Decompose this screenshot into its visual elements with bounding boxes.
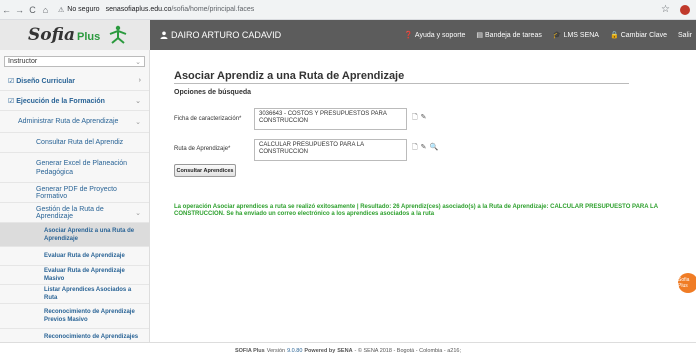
chevron-down-icon: ⌄ xyxy=(135,209,141,217)
main-content: Asociar Aprendiz a una Ruta de Aprendiza… xyxy=(150,50,696,342)
footer-copyright: - © SENA 2018 - Bogotá - Colombia - a216… xyxy=(354,347,462,354)
edit-icon: ☑ xyxy=(8,77,15,85)
back-arrow-icon[interactable]: ← xyxy=(0,5,13,15)
graduation-cap-icon: 🎓 xyxy=(552,32,562,39)
sofia-plus-logo[interactable]: Sofia Plus xyxy=(0,20,150,50)
logo-text: Sofia xyxy=(28,25,75,45)
sidebar-item-evaluar-ruta-masivo[interactable]: Evaluar Ruta de Aprendizaje Masivo xyxy=(0,266,149,285)
sidebar-item-evaluar-ruta[interactable]: Evaluar Ruta de Aprendizaje xyxy=(0,247,149,266)
chevron-right-icon: › xyxy=(138,77,141,84)
footer-app: SOFIA Plus xyxy=(234,347,265,354)
nav-help[interactable]: ❓ Ayuda y soporte xyxy=(404,31,465,40)
floating-help-button[interactable]: Sofia Plus xyxy=(678,273,696,293)
nav-logout[interactable]: Salir xyxy=(678,31,692,39)
browser-toolbar: ← → C ⌂ ⚠ No seguro senasofiaplus.edu.co… xyxy=(0,0,696,20)
sena-logo-icon xyxy=(109,25,127,44)
chevron-down-icon: ⌄ xyxy=(135,58,141,66)
sidebar-item-reconocimiento-previos[interactable]: Reconocimiento de Aprendizajes Previos xyxy=(0,329,149,342)
user-name-label: DAIRO ARTURO CADAVID xyxy=(171,30,282,40)
nav-change-password[interactable]: 🔒 Cambiar Clave xyxy=(609,31,667,40)
sidebar-item-reconocimiento-masivo[interactable]: Reconocimiento de Aprendizaje Previos Ma… xyxy=(0,304,149,329)
user-menu[interactable]: DAIRO ARTURO CADAVID xyxy=(160,30,281,40)
warning-icon: ⚠ xyxy=(58,6,65,14)
address-bar[interactable]: ⚠ No seguro senasofiaplus.edu.co /sofia/… xyxy=(58,3,254,17)
ruta-label: Ruta de Aprendizaje* xyxy=(174,146,231,152)
sidebar-item-generar-pdf[interactable]: Generar PDF de Proyecto Formativo xyxy=(0,183,149,203)
sidebar-item-asociar-aprendiz[interactable]: Asociar Aprendiz a una Ruta de Aprendiza… xyxy=(0,223,149,247)
url-host: senasofiaplus.edu.co xyxy=(105,6,172,13)
security-label: No seguro xyxy=(67,6,100,13)
nav-lms[interactable]: 🎓 LMS SENA xyxy=(552,31,599,40)
sidebar-item-diseno-curricular[interactable]: ☑ Diseño Curricular › xyxy=(0,71,149,91)
success-message: La operación Asociar aprendices a ruta s… xyxy=(174,204,658,217)
sidebar-item-gestion-ruta[interactable]: Gestión de la Ruta de Aprendizaje ⌄ xyxy=(0,203,149,223)
header-nav: ❓ Ayuda y soporte ▤ Bandeja de tareas 🎓 LMS… xyxy=(404,31,696,40)
clear-icon[interactable]: 🗋 xyxy=(412,113,418,124)
sidebar-item-generar-excel[interactable]: Generar Excel de Planeación Pedagógica xyxy=(0,153,149,183)
page-title: Asociar Aprendiz a una Ruta de Aprendiza… xyxy=(174,70,405,82)
user-icon xyxy=(160,31,168,39)
url-path: /sofia/home/principal.faces xyxy=(171,6,255,13)
home-icon[interactable]: ⌂ xyxy=(39,5,52,15)
chevron-down-icon: ⌄ xyxy=(135,97,141,105)
eraser-icon[interactable]: ✎ xyxy=(421,113,427,124)
profile-avatar-icon[interactable] xyxy=(680,4,690,15)
ruta-textarea[interactable]: CALCULAR PRESUPUESTO PARA LA CONSTRUCCIO… xyxy=(254,139,407,161)
footer: SOFIA Plus Versión 9.0.80 Powered by SEN… xyxy=(0,342,696,358)
edit-icon: ☑ xyxy=(8,97,15,105)
role-select[interactable]: Instructor ⌄ xyxy=(4,56,145,67)
ficha-textarea[interactable]: 3036643 - COSTOS Y PRESUPUESTOS PARA CON… xyxy=(254,108,407,130)
sidebar-item-consultar-ruta[interactable]: Consultar Ruta del Aprendiz xyxy=(0,133,149,153)
inbox-icon: ▤ xyxy=(476,32,484,39)
nav-inbox[interactable]: ▤ Bandeja de tareas xyxy=(476,31,541,40)
consultar-aprendices-button[interactable]: Consultar Aprendices xyxy=(174,164,236,177)
logo-plus-text: Plus xyxy=(77,31,101,43)
clear-icon[interactable]: 🗋 xyxy=(412,143,418,154)
title-divider xyxy=(174,83,629,84)
forward-arrow-icon[interactable]: → xyxy=(13,5,26,15)
sidebar: Instructor ⌄ ☑ Diseño Curricular › ☑ Eje… xyxy=(0,50,150,342)
footer-version: 9.0.80 xyxy=(287,347,303,354)
eraser-icon[interactable]: ✎ xyxy=(421,143,427,154)
search-icon[interactable]: 🔍 xyxy=(430,143,439,154)
bookmark-star-icon[interactable]: ☆ xyxy=(661,4,670,15)
help-icon: ❓ xyxy=(404,32,413,39)
footer-org: SENA xyxy=(337,347,353,354)
reload-icon[interactable]: C xyxy=(26,5,39,15)
footer-version-label: Versión xyxy=(266,347,286,354)
section-heading: Opciones de búsqueda xyxy=(174,89,252,96)
sidebar-item-administrar-ruta[interactable]: Administrar Ruta de Aprendizaje ⌄ xyxy=(0,111,149,133)
chevron-down-icon: ⌄ xyxy=(135,118,141,126)
sidebar-item-listar-aprendices[interactable]: Listar Aprendices Asociados a Ruta xyxy=(0,285,149,304)
app-header: Sofia Plus DAIRO ARTURO CADAVID ❓ Ayuda y… xyxy=(0,20,696,50)
sidebar-item-ejecucion-formacion[interactable]: ☑ Ejecución de la Formación ⌄ xyxy=(0,91,149,111)
footer-powered: Powered by xyxy=(304,347,336,354)
role-select-value: Instructor xyxy=(8,58,38,65)
ficha-label: Ficha de caracterización* xyxy=(174,116,242,122)
lock-icon: 🔒 xyxy=(609,32,619,39)
